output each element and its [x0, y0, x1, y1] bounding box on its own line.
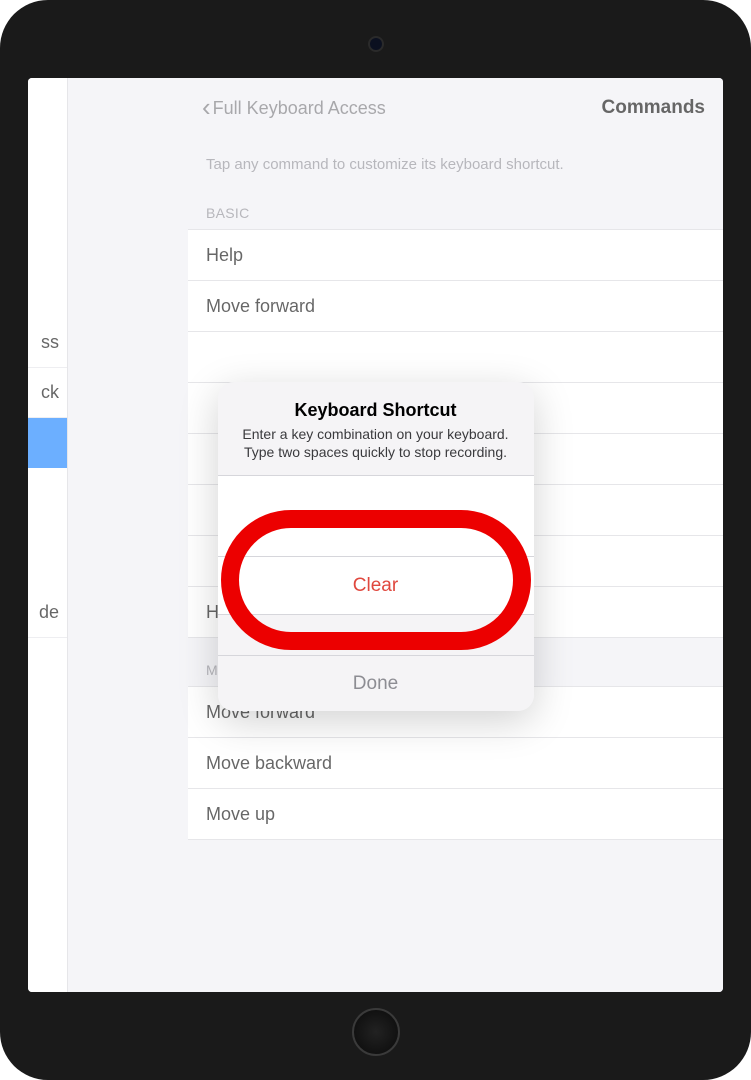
- settings-sidebar: ss ck de: [28, 78, 68, 992]
- back-label: Full Keyboard Access: [213, 98, 386, 119]
- page-title: Commands: [602, 97, 705, 119]
- command-row[interactable]: Move up: [188, 789, 723, 840]
- command-row[interactable]: Move forward: [188, 281, 723, 332]
- clear-label: Clear: [353, 575, 398, 597]
- ipad-frame: ss ck de ‹ Full Keyboard Access Commands…: [0, 0, 751, 1080]
- sidebar-item-label: ss: [41, 332, 59, 353]
- clear-button[interactable]: Clear: [218, 557, 534, 615]
- sidebar-item[interactable]: ss: [28, 318, 67, 368]
- command-label: Help: [206, 245, 243, 266]
- command-label: Move up: [206, 804, 275, 825]
- sidebar-item[interactable]: de: [28, 588, 67, 638]
- section-header-basic: BASIC: [188, 181, 723, 229]
- camera-icon: [370, 38, 382, 50]
- sidebar-item-label: ck: [41, 382, 59, 403]
- dialog-title: Keyboard Shortcut: [238, 400, 514, 421]
- shortcut-input[interactable]: [218, 475, 534, 557]
- sidebar-item[interactable]: ck: [28, 368, 67, 418]
- nav-bar: ‹ Full Keyboard Access Commands: [188, 78, 723, 138]
- home-button[interactable]: [352, 1008, 400, 1056]
- done-label: Done: [353, 673, 398, 695]
- done-button[interactable]: Done: [218, 655, 534, 711]
- command-row[interactable]: [188, 332, 723, 383]
- chevron-left-icon: ‹: [202, 94, 211, 120]
- keyboard-shortcut-dialog: Keyboard Shortcut Enter a key combinatio…: [218, 382, 534, 711]
- screen: ss ck de ‹ Full Keyboard Access Commands…: [28, 78, 723, 992]
- command-label: Move backward: [206, 753, 332, 774]
- command-label: Move forward: [206, 296, 315, 317]
- command-row[interactable]: Move backward: [188, 738, 723, 789]
- sidebar-item-label: de: [39, 602, 59, 623]
- help-text: Tap any command to customize its keyboar…: [188, 138, 723, 181]
- sidebar-item-selected[interactable]: [28, 418, 67, 468]
- dialog-subtitle: Enter a key combination on your keyboard…: [238, 425, 514, 461]
- command-row[interactable]: Help: [188, 230, 723, 281]
- back-button[interactable]: ‹ Full Keyboard Access: [202, 95, 386, 121]
